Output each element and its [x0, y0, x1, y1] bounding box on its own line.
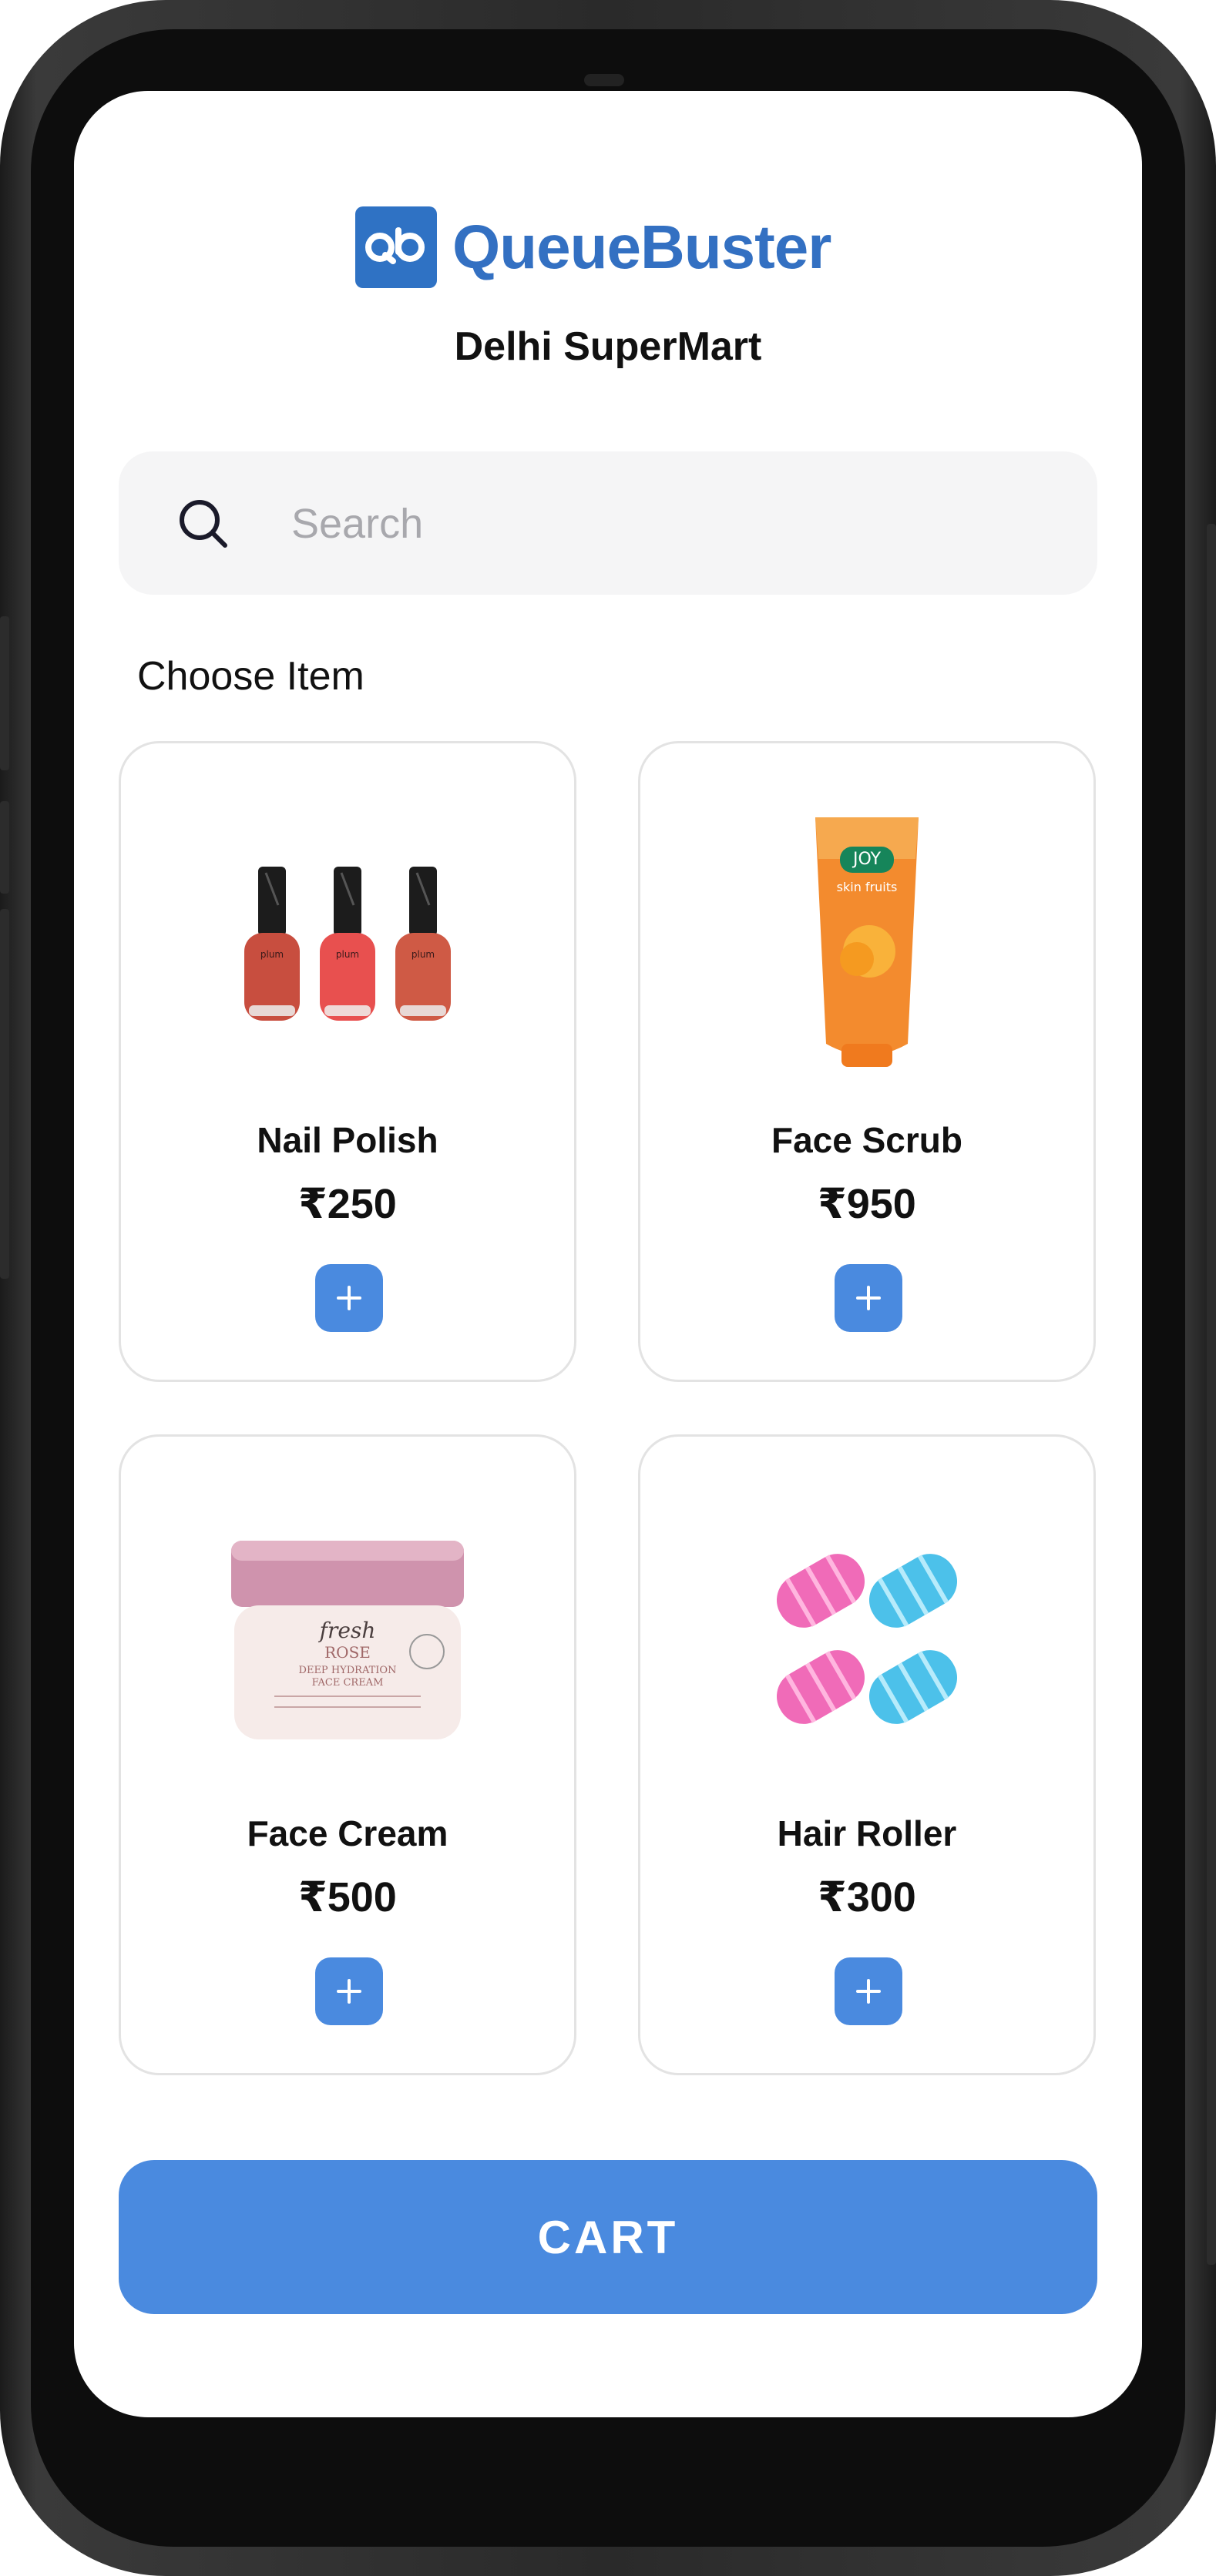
product-card-face-scrub[interactable]: JOY skin fruits Face Scrub ₹950 [638, 741, 1096, 1382]
add-to-cart-button[interactable] [835, 1264, 902, 1332]
svg-text:plum: plum [336, 949, 359, 960]
svg-text:skin fruits: skin fruits [837, 880, 898, 894]
svg-text:DEEP HYDRATION: DEEP HYDRATION [299, 1665, 397, 1676]
product-name: Face Cream [247, 1813, 448, 1853]
plus-icon [337, 1979, 361, 2004]
plus-icon [856, 1979, 881, 2004]
section-title: Choose Item [137, 654, 364, 699]
queuebuster-logo-icon [355, 206, 437, 288]
volume-down-button [0, 801, 9, 894]
hair-roller-image [640, 1506, 1093, 1768]
add-to-cart-button[interactable] [315, 1957, 383, 2025]
product-name: Nail Polish [257, 1120, 438, 1160]
product-price: ₹300 [818, 1874, 916, 1920]
search-input[interactable] [290, 496, 1063, 552]
product-name: Face Scrub [771, 1120, 962, 1160]
volume-up-button [0, 616, 9, 770]
front-camera [584, 74, 624, 86]
svg-text:fresh: fresh [318, 1618, 376, 1643]
add-to-cart-button[interactable] [835, 1957, 902, 2025]
logo-mark [365, 227, 425, 264]
right-rail [1207, 524, 1216, 2265]
product-card-hair-roller[interactable]: Hair Roller ₹300 [638, 1434, 1096, 2075]
brand-name: QueueBuster [452, 213, 831, 281]
svg-text:plum: plum [260, 949, 284, 960]
svg-text:FACE CREAM: FACE CREAM [312, 1677, 384, 1689]
product-price: ₹500 [298, 1874, 397, 1920]
product-price: ₹250 [298, 1181, 397, 1227]
svg-text:plum: plum [411, 949, 435, 960]
product-card-nail-polish[interactable]: plum plum plum Nail Polish ₹250 [119, 741, 576, 1382]
phone-device: QueueBuster Delhi SuperMart Choose Item [0, 0, 1216, 2576]
app-screen: QueueBuster Delhi SuperMart Choose Item [74, 91, 1142, 2417]
brand-header: QueueBuster [355, 206, 831, 288]
face-cream-image: fresh ROSE DEEP HYDRATION FACE CREAM [121, 1506, 574, 1768]
product-price: ₹950 [818, 1181, 916, 1227]
side-key [0, 909, 9, 1279]
nail-polish-image: plum plum plum [121, 813, 574, 1075]
add-to-cart-button[interactable] [315, 1264, 383, 1332]
cart-button[interactable]: CART [119, 2160, 1097, 2314]
face-scrub-image: JOY skin fruits [640, 813, 1093, 1075]
svg-text:ROSE: ROSE [324, 1643, 371, 1662]
svg-text:JOY: JOY [852, 850, 882, 869]
search-icon[interactable] [176, 496, 230, 550]
plus-icon [337, 1286, 361, 1310]
plus-icon [856, 1286, 881, 1310]
store-name: Delhi SuperMart [454, 324, 762, 369]
search-bar[interactable] [119, 451, 1097, 595]
product-card-face-cream[interactable]: fresh ROSE DEEP HYDRATION FACE CREAM Fac… [119, 1434, 576, 2075]
product-name: Hair Roller [777, 1813, 957, 1853]
